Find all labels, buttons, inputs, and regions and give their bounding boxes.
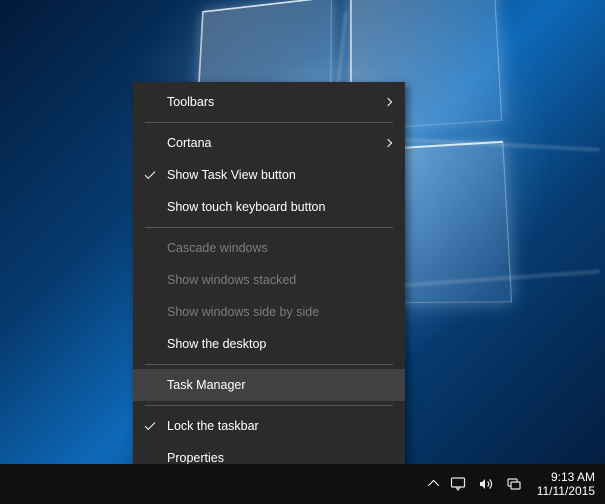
taskbar-clock[interactable]: 9:13 AM 11/11/2015 xyxy=(533,470,595,499)
action-center-icon[interactable] xyxy=(449,475,467,493)
network-icon[interactable] xyxy=(505,475,523,493)
menu-item-label: Toolbars xyxy=(167,95,385,109)
menu-item-label: Lock the taskbar xyxy=(167,419,391,433)
menu-item-show-windows-stacked: Show windows stacked xyxy=(133,264,405,296)
check-icon xyxy=(145,168,156,179)
chevron-right-icon xyxy=(384,139,392,147)
menu-item-toolbars[interactable]: Toolbars xyxy=(133,86,405,118)
volume-icon[interactable] xyxy=(477,475,495,493)
chevron-right-icon xyxy=(384,98,392,106)
menu-item-label: Show the desktop xyxy=(167,337,391,351)
check-icon xyxy=(145,419,156,430)
clock-date: 11/11/2015 xyxy=(537,484,595,498)
menu-item-show-windows-side-by-side: Show windows side by side xyxy=(133,296,405,328)
clock-time: 9:13 AM xyxy=(537,470,595,484)
taskbar-context-menu: Toolbars Cortana Show Task View button S… xyxy=(133,82,405,478)
taskbar[interactable]: 9:13 AM 11/11/2015 xyxy=(0,464,605,504)
menu-item-label: Show Task View button xyxy=(167,168,391,182)
menu-item-cascade-windows: Cascade windows xyxy=(133,232,405,264)
menu-item-lock-the-taskbar[interactable]: Lock the taskbar xyxy=(133,410,405,442)
menu-separator xyxy=(145,405,393,406)
menu-item-label: Show windows stacked xyxy=(167,273,391,287)
menu-item-task-manager[interactable]: Task Manager xyxy=(133,369,405,401)
menu-item-label: Cortana xyxy=(167,136,385,150)
menu-item-show-the-desktop[interactable]: Show the desktop xyxy=(133,328,405,360)
menu-item-show-task-view[interactable]: Show Task View button xyxy=(133,159,405,191)
menu-item-label: Properties xyxy=(167,451,391,465)
menu-separator xyxy=(145,227,393,228)
menu-item-label: Task Manager xyxy=(167,378,391,392)
menu-separator xyxy=(145,364,393,365)
tray-overflow-chevron-icon[interactable] xyxy=(428,480,439,491)
menu-item-label: Show touch keyboard button xyxy=(167,200,391,214)
menu-item-cortana[interactable]: Cortana xyxy=(133,127,405,159)
menu-separator xyxy=(145,122,393,123)
menu-item-show-touch-keyboard[interactable]: Show touch keyboard button xyxy=(133,191,405,223)
menu-item-label: Show windows side by side xyxy=(167,305,391,319)
menu-item-label: Cascade windows xyxy=(167,241,391,255)
